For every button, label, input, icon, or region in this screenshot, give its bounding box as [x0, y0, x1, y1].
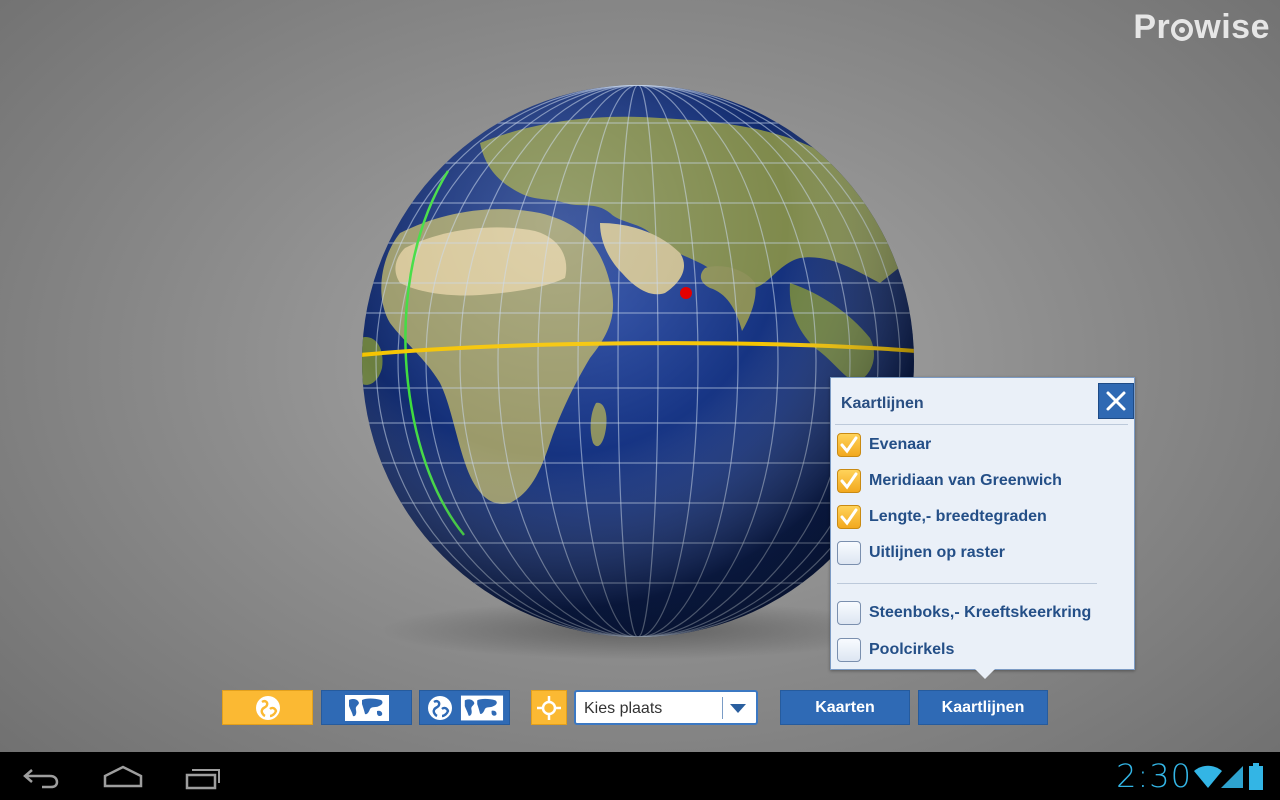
checkmark-icon — [840, 436, 858, 454]
checkbox-uitlijnen[interactable] — [837, 541, 861, 565]
signal-icon — [1221, 766, 1243, 788]
option-evenaar[interactable]: Evenaar — [837, 433, 931, 457]
world-map-icon — [344, 694, 389, 721]
crosshair-icon — [537, 695, 561, 720]
option-poolcirkels[interactable]: Poolcirkels — [837, 638, 954, 662]
map-view-button[interactable] — [321, 690, 412, 725]
back-icon[interactable] — [22, 764, 60, 790]
globe-view-button[interactable] — [222, 690, 313, 725]
checkbox-keerkring[interactable] — [837, 601, 861, 625]
option-label: Evenaar — [869, 436, 932, 453]
map-lines-popup: Kaartlijnen Evenaar Meridiaan van Greenw… — [830, 377, 1135, 679]
option-uitlijnen[interactable]: Uitlijnen op raster — [837, 541, 1005, 565]
option-label: Poolcirkels — [869, 641, 955, 658]
option-label: Steenboks,- Kreeftskeerkring — [869, 604, 1092, 621]
map-lines-button[interactable]: Kaartlijnen — [918, 690, 1048, 725]
popup-divider — [835, 424, 1128, 425]
status-clock: 2:30 — [1116, 757, 1192, 795]
checkbox-evenaar[interactable] — [837, 433, 861, 457]
selected-location-marker — [680, 287, 692, 299]
close-button[interactable] — [1098, 383, 1134, 419]
map-lines-button-label: Kaartlijnen — [941, 698, 1025, 716]
option-meridiaan[interactable]: Meridiaan van Greenwich — [837, 469, 1062, 493]
logo-o-icon — [1171, 19, 1194, 41]
place-select-value: Kies plaats — [584, 700, 663, 717]
option-keerkring[interactable]: Steenboks,- Kreeftskeerkring — [837, 601, 1091, 625]
maps-button-label: Kaarten — [815, 698, 875, 716]
option-lengte-breedtegraden[interactable]: Lengte,- breedtegraden — [837, 505, 1047, 529]
prowise-logo: Pr wise — [1133, 8, 1270, 46]
locate-button[interactable] — [531, 690, 567, 725]
app-stage: Pr wise Kaartlijnen Evenaar Meridiaan va… — [0, 0, 1280, 752]
option-label: Meridiaan van Greenwich — [869, 472, 1062, 489]
checkbox-lengte-breedtegraden[interactable] — [837, 505, 861, 529]
popup-title: Kaartlijnen — [841, 395, 924, 412]
globe-icon — [427, 695, 452, 720]
checkbox-poolcirkels[interactable] — [837, 638, 861, 662]
option-label: Uitlijnen op raster — [869, 544, 1006, 561]
globe-icon — [255, 695, 280, 720]
option-label: Lengte,- breedtegraden — [869, 508, 1047, 525]
checkmark-icon — [840, 472, 858, 490]
home-icon[interactable] — [102, 764, 144, 790]
recent-apps-icon[interactable] — [184, 766, 222, 790]
checkmark-icon — [840, 508, 858, 526]
close-icon — [1106, 391, 1126, 411]
world-map-icon — [460, 695, 503, 720]
globe-and-map-view-button[interactable] — [419, 690, 510, 725]
popup-divider — [837, 583, 1097, 584]
checkbox-meridiaan[interactable] — [837, 469, 861, 493]
battery-icon — [1249, 763, 1263, 790]
system-navigation-bar: 2:30 — [0, 752, 1280, 800]
place-select[interactable]: Kies plaats — [574, 690, 758, 725]
chevron-down-icon[interactable] — [730, 704, 746, 713]
maps-button[interactable]: Kaarten — [780, 690, 910, 725]
select-divider — [722, 697, 723, 719]
